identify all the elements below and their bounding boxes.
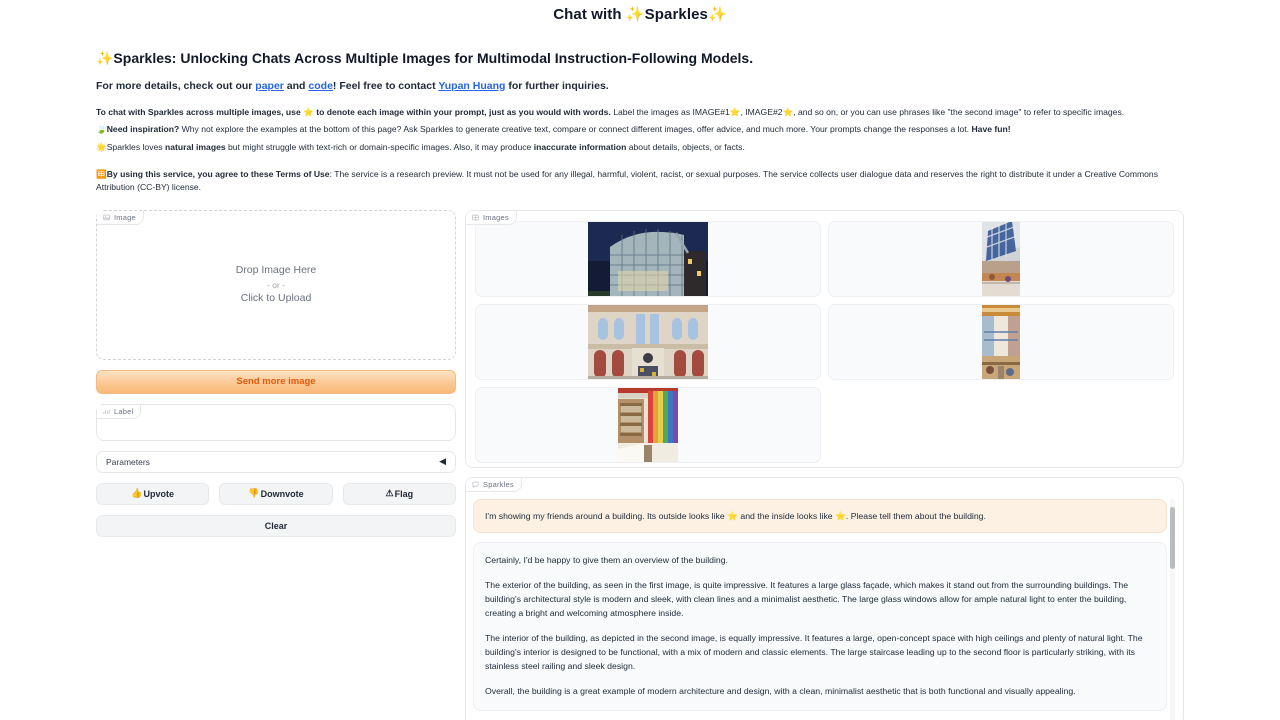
glass-facade-building-exterior-night-thumbnail [588,221,708,296]
downvote-button[interactable]: 👎 Downvote [219,482,333,505]
atrium-interior-staircase-thumbnail [982,221,1020,296]
dropzone-upload-text: Click to Upload [240,291,312,304]
intro-line-limitations: 🌟Sparkles loves natural images but might… [96,141,1184,154]
intro-heading: ✨Sparkles: Unlocking Chats Across Multip… [96,50,754,66]
clear-button[interactable]: Clear [96,514,456,537]
usage-text-a: To chat with Sparkles across multiple im… [96,106,304,117]
intro-subtitle: For more details, check out our paper an… [96,80,1184,92]
gallery-block-label-text: Images [483,212,509,222]
inspiration-bold-end: Have fun! [971,124,1011,135]
assistant-paragraph: The interior of the building, as depicte… [485,633,1143,672]
send-more-image-button[interactable]: Send more image [96,369,456,394]
gallery-item-1[interactable] [828,220,1174,297]
inspiration-bold: Need inspiration? [106,124,180,135]
chat-block-label-text: Sparkles [483,479,514,489]
usage-text-d: , IMAGE#2 [740,106,783,117]
code-link[interactable]: code [308,80,333,92]
label-textbox[interactable]: Label [96,403,456,441]
intro-line-terms: 🈸By using this service, you agree to the… [96,168,1184,195]
thumbs-up-icon: 👍 [131,488,143,499]
image-upload-dropzone[interactable]: Image Drop Image Here - or - Click to Up… [96,209,456,360]
upvote-button-label: Upvote [143,488,175,499]
thumbs-down-icon: 👎 [248,488,260,499]
flag-button[interactable]: ⚠ Flag [342,482,456,505]
image-block-label: Image [97,210,144,226]
author-link[interactable]: Yupan Huang [438,80,505,92]
dropzone-or-text: - or - [267,279,285,290]
page-title: Chat with ✨Sparkles✨ [553,6,727,23]
upvote-button[interactable]: 👍 Upvote [96,482,210,505]
chat-message-user[interactable]: I'm showing my friends around a building… [473,498,1167,533]
paper-link[interactable]: paper [255,80,284,92]
leaf-icon: 🍃 [96,124,107,135]
intro-line-usage: To chat with Sparkles across multiple im… [96,106,1184,119]
image-icon [103,214,110,220]
flag-button-label: Flag [394,488,414,499]
image-block-label-text: Image [114,212,136,222]
glowing-star-icon: 🌟 [96,142,107,153]
star-icon: ⭐ [303,106,314,117]
gallery-item-4[interactable] [475,386,821,463]
intro-line-inspiration: 🍃Need inspiration? Why not explore the e… [96,123,1184,136]
user-message-b: and the inside looks like [737,510,836,521]
terms-bold: By using this service, you agree to thes… [106,168,330,179]
chat-message-list: I'm showing my friends around a building… [473,498,1176,720]
limitations-b: but might struggle with text-rich or dom… [225,142,534,153]
chat-message-assistant[interactable]: Certainly, I'd be happy to give them an … [473,541,1167,711]
right-content-panel: Images Sparkles I'm showing my friends a… [465,209,1184,720]
sparkles-chatbot: Sparkles I'm showing my friends around a… [465,476,1184,720]
intro-instructions: To chat with Sparkles across multiple im… [96,106,1184,195]
gallery-block-label: Images [466,210,517,226]
gallery-item-0[interactable] [475,220,821,297]
limitations-bold2: inaccurate information [533,142,627,153]
dropzone-primary-text: Drop Image Here [235,264,317,277]
star-icon: ⭐ [835,510,846,521]
usage-text-c: Label the images as IMAGE#1 [610,106,730,117]
intro-sub-mid: and [283,79,309,92]
label-block-label-text: Label [114,406,134,416]
chat-scrollbar-thumb[interactable] [1170,506,1175,569]
intro-sub-suffix: for further inquiries. [505,79,609,92]
star-icon: ⭐ [727,510,738,521]
terms-badge-icon: 🈸 [96,168,107,179]
intro-sub-prefix: For more details, check out our [96,79,256,92]
limitations-a: Sparkles loves [106,142,165,153]
narrow-interior-corridor-thumbnail [982,304,1020,379]
gallery-icon [472,214,479,220]
parameters-accordion-label: Parameters [106,456,150,467]
bar-chart-icon [103,408,110,414]
label-block-label: Label [97,404,142,420]
intro-section: ✨Sparkles: Unlocking Chats Across Multip… [0,49,1280,194]
usage-text-b: to denote each image within your prompt,… [313,106,611,117]
gallery-grid [475,220,1174,463]
assistant-paragraph: Overall, the building is a great example… [485,686,1076,697]
warning-triangle-icon: ⚠ [385,488,394,499]
left-control-panel: Image Drop Image Here - or - Click to Up… [96,209,456,537]
downvote-button-label: Downvote [260,488,304,499]
chat-bubble-icon [472,481,479,488]
gallery-item-3[interactable] [828,303,1174,380]
gallery-item-2[interactable] [475,303,821,380]
gallery-item-empty [828,387,1174,463]
chat-scrollbar[interactable] [1170,498,1175,720]
usage-text-e: , and so on, or you can use phrases like… [793,106,1125,117]
chat-block-label: Sparkles [466,477,522,493]
images-gallery: Images [465,209,1184,468]
library-interior-shelves-thumbnail [618,387,678,462]
inspiration-text: Why not explore the examples at the bott… [179,124,972,135]
assistant-paragraph: The exterior of the building, as seen in… [485,579,1129,619]
feedback-button-row: 👍 Upvote 👎 Downvote ⚠ Flag [96,482,456,505]
intro-sub-mid2: ! Feel free to contact [332,79,439,92]
parameters-accordion[interactable]: Parameters ◀ [96,450,456,473]
limitations-c: about details, objects, or facts. [626,142,745,153]
star-icon: ⭐ [782,106,794,117]
star-icon: ⭐ [729,106,741,117]
user-message-a: I'm showing my friends around a building… [485,510,728,521]
chevron-left-icon: ◀ [439,456,446,467]
main-content: Image Drop Image Here - or - Click to Up… [0,199,1280,720]
assistant-paragraph: Certainly, I'd be happy to give them an … [485,554,728,565]
user-message-c: . Please tell them about the building. [845,510,986,521]
ornate-stone-building-facade-thumbnail [588,304,708,379]
limitations-bold1: natural images [164,142,226,153]
